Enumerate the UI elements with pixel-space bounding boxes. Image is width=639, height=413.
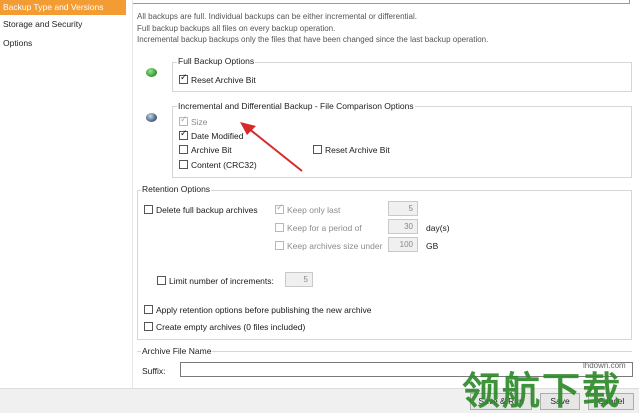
info-line-1: All backups are full. Individual backups… <box>137 12 418 21</box>
retention-title: Retention Options <box>141 184 212 194</box>
info-line-2: Full backup backups all files on every b… <box>137 24 336 33</box>
archive-file-name-title: Archive File Name <box>141 346 213 356</box>
keep-period-input[interactable]: 30 <box>388 219 418 234</box>
create-empty-archives-checkbox[interactable] <box>144 322 153 331</box>
info-line-3: Incremental backup backups only the file… <box>137 35 489 44</box>
size-label: Size <box>191 117 208 127</box>
keep-only-last-label: Keep only last <box>287 205 341 215</box>
incremental-title: Incremental and Differential Backup - Fi… <box>177 101 415 111</box>
delete-full-archives-checkbox[interactable] <box>144 205 153 214</box>
date-modified-checkbox[interactable] <box>179 129 188 140</box>
keep-only-last-input[interactable]: 5 <box>388 201 418 216</box>
keep-only-last-checkbox[interactable] <box>275 203 284 214</box>
keep-period-unit: day(s) <box>426 223 450 233</box>
suffix-label: Suffix: <box>142 366 166 376</box>
top-field[interactable] <box>132 0 630 4</box>
nav-item-options[interactable]: Options <box>0 36 126 51</box>
full-reset-archive-bit-label: Reset Archive Bit <box>191 75 256 85</box>
inc-reset-archive-bit-label: Reset Archive Bit <box>325 145 390 155</box>
create-empty-archives-label: Create empty archives (0 files included) <box>156 322 306 332</box>
keep-size-unit: GB <box>426 241 439 251</box>
delete-full-archives-label: Delete full backup archives <box>156 205 258 215</box>
incremental-backup-icon <box>146 113 157 122</box>
content-crc32-checkbox[interactable] <box>179 160 188 169</box>
limit-increments-input[interactable]: 5 <box>285 272 313 287</box>
annotation-arrow-shaft <box>247 127 303 172</box>
archive-bit-checkbox[interactable] <box>179 145 188 154</box>
keep-size-label: Keep archives size under <box>287 241 383 251</box>
keep-size-checkbox[interactable] <box>275 241 284 250</box>
inc-reset-archive-bit-checkbox[interactable] <box>313 145 322 154</box>
apply-retention-checkbox[interactable] <box>144 305 153 314</box>
keep-period-checkbox[interactable] <box>275 223 284 232</box>
left-nav: Backup Type and Versions Storage and Sec… <box>0 0 132 388</box>
keep-period-label: Keep for a period of <box>287 223 362 233</box>
limit-increments-label: Limit number of increments: <box>169 276 274 286</box>
full-reset-archive-bit-checkbox[interactable] <box>179 73 188 84</box>
nav-divider <box>132 0 133 388</box>
archive-bit-label: Archive Bit <box>191 145 232 155</box>
annotation-arrow <box>240 122 303 172</box>
keep-size-input[interactable]: 100 <box>388 237 418 252</box>
nav-item-storage-security[interactable]: Storage and Security <box>0 17 126 32</box>
limit-increments-checkbox[interactable] <box>157 276 166 285</box>
full-backup-title: Full Backup Options <box>177 56 256 66</box>
size-checkbox[interactable] <box>179 115 188 126</box>
apply-retention-label: Apply retention options before publishin… <box>156 305 372 315</box>
nav-item-backup-type[interactable]: Backup Type and Versions <box>0 0 126 15</box>
full-backup-icon <box>146 68 157 77</box>
watermark-logo: 领航下载 <box>462 369 623 413</box>
